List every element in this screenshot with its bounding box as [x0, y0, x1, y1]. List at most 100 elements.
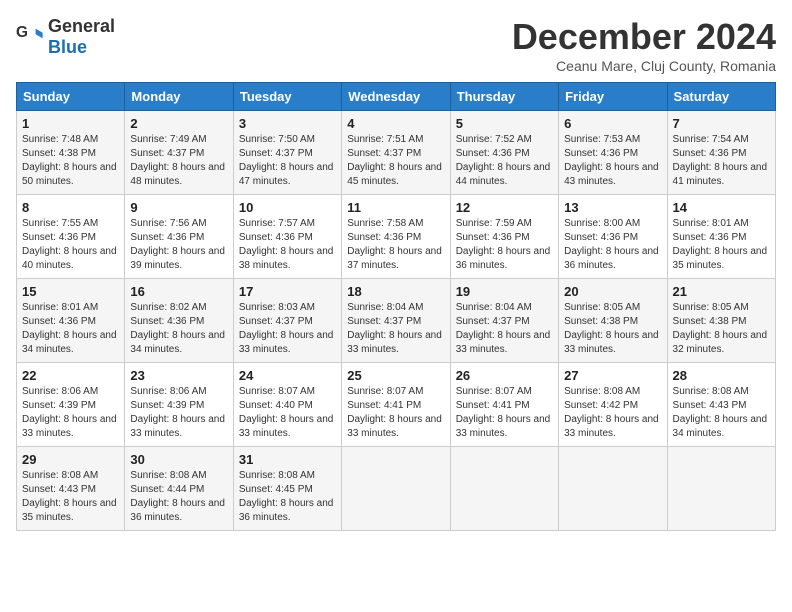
day-info: Sunrise: 8:01 AMSunset: 4:36 PMDaylight:…: [22, 301, 119, 357]
calendar-day-cell: 11Sunrise: 7:58 AMSunset: 4:36 PMDayligh…: [342, 195, 450, 279]
day-number: 27: [564, 368, 661, 383]
day-info: Sunrise: 7:50 AMSunset: 4:37 PMDaylight:…: [239, 133, 336, 189]
day-info: Sunrise: 8:07 AMSunset: 4:40 PMDaylight:…: [239, 385, 336, 441]
calendar-day-cell: 12 Sunrise: 7:59 AMSunset: 4:36 PMDayligh…: [450, 195, 558, 279]
day-info: Sunrise: 7:54 AMSunset: 4:36 PMDaylight:…: [673, 133, 770, 189]
day-info: Sunrise: 8:07 AMSunset: 4:41 PMDaylight:…: [347, 385, 444, 441]
calendar-day-cell: 18Sunrise: 8:04 AMSunset: 4:37 PMDayligh…: [342, 279, 450, 363]
day-number: 29: [22, 452, 119, 467]
calendar-day-cell: 8 Sunrise: 7:55 AMSunset: 4:36 PMDaylight…: [17, 195, 125, 279]
day-info: Sunrise: 7:58 AMSunset: 4:36 PMDaylight:…: [347, 217, 444, 273]
calendar-table: SundayMondayTuesdayWednesdayThursdayFrid…: [16, 82, 776, 531]
day-number: 31: [239, 452, 336, 467]
day-info: Sunrise: 8:04 AMSunset: 4:37 PMDaylight:…: [456, 301, 553, 357]
calendar-day-cell: 3 Sunrise: 7:50 AMSunset: 4:37 PMDaylight…: [233, 111, 341, 195]
day-number: 5: [456, 116, 553, 131]
weekday-header-cell: Thursday: [450, 83, 558, 111]
day-number: 8: [22, 200, 119, 215]
calendar-day-cell: [559, 447, 667, 531]
day-info: Sunrise: 8:02 AMSunset: 4:36 PMDaylight:…: [130, 301, 227, 357]
day-info: Sunrise: 8:08 AMSunset: 4:44 PMDaylight:…: [130, 469, 227, 525]
calendar-week-row: 8 Sunrise: 7:55 AMSunset: 4:36 PMDaylight…: [17, 195, 776, 279]
calendar-day-cell: 19Sunrise: 8:04 AMSunset: 4:37 PMDayligh…: [450, 279, 558, 363]
calendar-week-row: 15 Sunrise: 8:01 AMSunset: 4:36 PMDayligh…: [17, 279, 776, 363]
day-number: 25: [347, 368, 444, 383]
day-number: 3: [239, 116, 336, 131]
day-info: Sunrise: 8:00 AMSunset: 4:36 PMDaylight:…: [564, 217, 661, 273]
calendar-day-cell: [342, 447, 450, 531]
day-number: 26: [456, 368, 553, 383]
calendar-day-cell: 2 Sunrise: 7:49 AMSunset: 4:37 PMDaylight…: [125, 111, 233, 195]
calendar-day-cell: 17Sunrise: 8:03 AMSunset: 4:37 PMDayligh…: [233, 279, 341, 363]
day-info: Sunrise: 7:48 AMSunset: 4:38 PMDaylight:…: [22, 133, 119, 189]
weekday-header-row: SundayMondayTuesdayWednesdayThursdayFrid…: [17, 83, 776, 111]
calendar-week-row: 29Sunrise: 8:08 AMSunset: 4:43 PMDayligh…: [17, 447, 776, 531]
calendar-week-row: 1Sunrise: 7:48 AMSunset: 4:38 PMDaylight…: [17, 111, 776, 195]
calendar-day-cell: 4 Sunrise: 7:51 AMSunset: 4:37 PMDaylight…: [342, 111, 450, 195]
day-info: Sunrise: 8:07 AMSunset: 4:41 PMDaylight:…: [456, 385, 553, 441]
calendar-day-cell: [450, 447, 558, 531]
day-number: 22: [22, 368, 119, 383]
day-info: Sunrise: 8:08 AMSunset: 4:42 PMDaylight:…: [564, 385, 661, 441]
calendar-week-row: 22 Sunrise: 8:06 AMSunset: 4:39 PMDayligh…: [17, 363, 776, 447]
weekday-header-cell: Friday: [559, 83, 667, 111]
day-number: 14: [673, 200, 770, 215]
day-info: Sunrise: 8:05 AMSunset: 4:38 PMDaylight:…: [673, 301, 770, 357]
day-number: 24: [239, 368, 336, 383]
calendar-day-cell: 20 Sunrise: 8:05 AMSunset: 4:38 PMDayligh…: [559, 279, 667, 363]
day-info: Sunrise: 7:56 AMSunset: 4:36 PMDaylight:…: [130, 217, 227, 273]
calendar-day-cell: [667, 447, 775, 531]
calendar-day-cell: 28 Sunrise: 8:08 AMSunset: 4:43 PMDayligh…: [667, 363, 775, 447]
day-number: 23: [130, 368, 227, 383]
calendar-day-cell: 15 Sunrise: 8:01 AMSunset: 4:36 PMDayligh…: [17, 279, 125, 363]
day-number: 13: [564, 200, 661, 215]
calendar-day-cell: 29Sunrise: 8:08 AMSunset: 4:43 PMDayligh…: [17, 447, 125, 531]
day-number: 15: [22, 284, 119, 299]
calendar-day-cell: 30 Sunrise: 8:08 AMSunset: 4:44 PMDayligh…: [125, 447, 233, 531]
day-info: Sunrise: 7:52 AMSunset: 4:36 PMDaylight:…: [456, 133, 553, 189]
calendar-day-cell: 6Sunrise: 7:53 AMSunset: 4:36 PMDaylight…: [559, 111, 667, 195]
calendar-day-cell: 16 Sunrise: 8:02 AMSunset: 4:36 PMDayligh…: [125, 279, 233, 363]
day-info: Sunrise: 8:05 AMSunset: 4:38 PMDaylight:…: [564, 301, 661, 357]
logo: G General Blue: [16, 16, 115, 58]
day-info: Sunrise: 8:01 AMSunset: 4:36 PMDaylight:…: [673, 217, 770, 273]
day-info: Sunrise: 7:55 AMSunset: 4:36 PMDaylight:…: [22, 217, 119, 273]
day-number: 17: [239, 284, 336, 299]
day-info: Sunrise: 7:59 AMSunset: 4:36 PMDaylight:…: [456, 217, 553, 273]
day-number: 16: [130, 284, 227, 299]
day-number: 21: [673, 284, 770, 299]
calendar-day-cell: 13 Sunrise: 8:00 AMSunset: 4:36 PMDayligh…: [559, 195, 667, 279]
day-info: Sunrise: 8:04 AMSunset: 4:37 PMDaylight:…: [347, 301, 444, 357]
day-info: Sunrise: 8:06 AMSunset: 4:39 PMDaylight:…: [22, 385, 119, 441]
day-number: 6: [564, 116, 661, 131]
weekday-header-cell: Sunday: [17, 83, 125, 111]
svg-text:G: G: [16, 24, 28, 41]
title-block: December 2024 Ceanu Mare, Cluj County, R…: [512, 16, 776, 74]
day-info: Sunrise: 8:08 AMSunset: 4:45 PMDaylight:…: [239, 469, 336, 525]
calendar-day-cell: 22 Sunrise: 8:06 AMSunset: 4:39 PMDayligh…: [17, 363, 125, 447]
day-number: 20: [564, 284, 661, 299]
weekday-header-cell: Wednesday: [342, 83, 450, 111]
day-info: Sunrise: 7:51 AMSunset: 4:37 PMDaylight:…: [347, 133, 444, 189]
day-number: 30: [130, 452, 227, 467]
day-info: Sunrise: 8:08 AMSunset: 4:43 PMDaylight:…: [673, 385, 770, 441]
calendar-day-cell: 1Sunrise: 7:48 AMSunset: 4:38 PMDaylight…: [17, 111, 125, 195]
page-header: G General Blue December 2024 Ceanu Mare,…: [16, 16, 776, 74]
month-title: December 2024: [512, 16, 776, 58]
logo-general: General: [48, 16, 115, 36]
day-number: 12: [456, 200, 553, 215]
day-number: 4: [347, 116, 444, 131]
calendar-day-cell: 27 Sunrise: 8:08 AMSunset: 4:42 PMDayligh…: [559, 363, 667, 447]
logo-blue: Blue: [48, 37, 87, 57]
logo-icon: G: [16, 23, 44, 51]
weekday-header-cell: Saturday: [667, 83, 775, 111]
calendar-day-cell: 5 Sunrise: 7:52 AMSunset: 4:36 PMDaylight…: [450, 111, 558, 195]
day-number: 7: [673, 116, 770, 131]
day-number: 28: [673, 368, 770, 383]
day-info: Sunrise: 7:49 AMSunset: 4:37 PMDaylight:…: [130, 133, 227, 189]
calendar-day-cell: 26 Sunrise: 8:07 AMSunset: 4:41 PMDayligh…: [450, 363, 558, 447]
calendar-day-cell: 9Sunrise: 7:56 AMSunset: 4:36 PMDaylight…: [125, 195, 233, 279]
weekday-header-cell: Monday: [125, 83, 233, 111]
day-number: 2: [130, 116, 227, 131]
calendar-day-cell: 14 Sunrise: 8:01 AMSunset: 4:36 PMDayligh…: [667, 195, 775, 279]
